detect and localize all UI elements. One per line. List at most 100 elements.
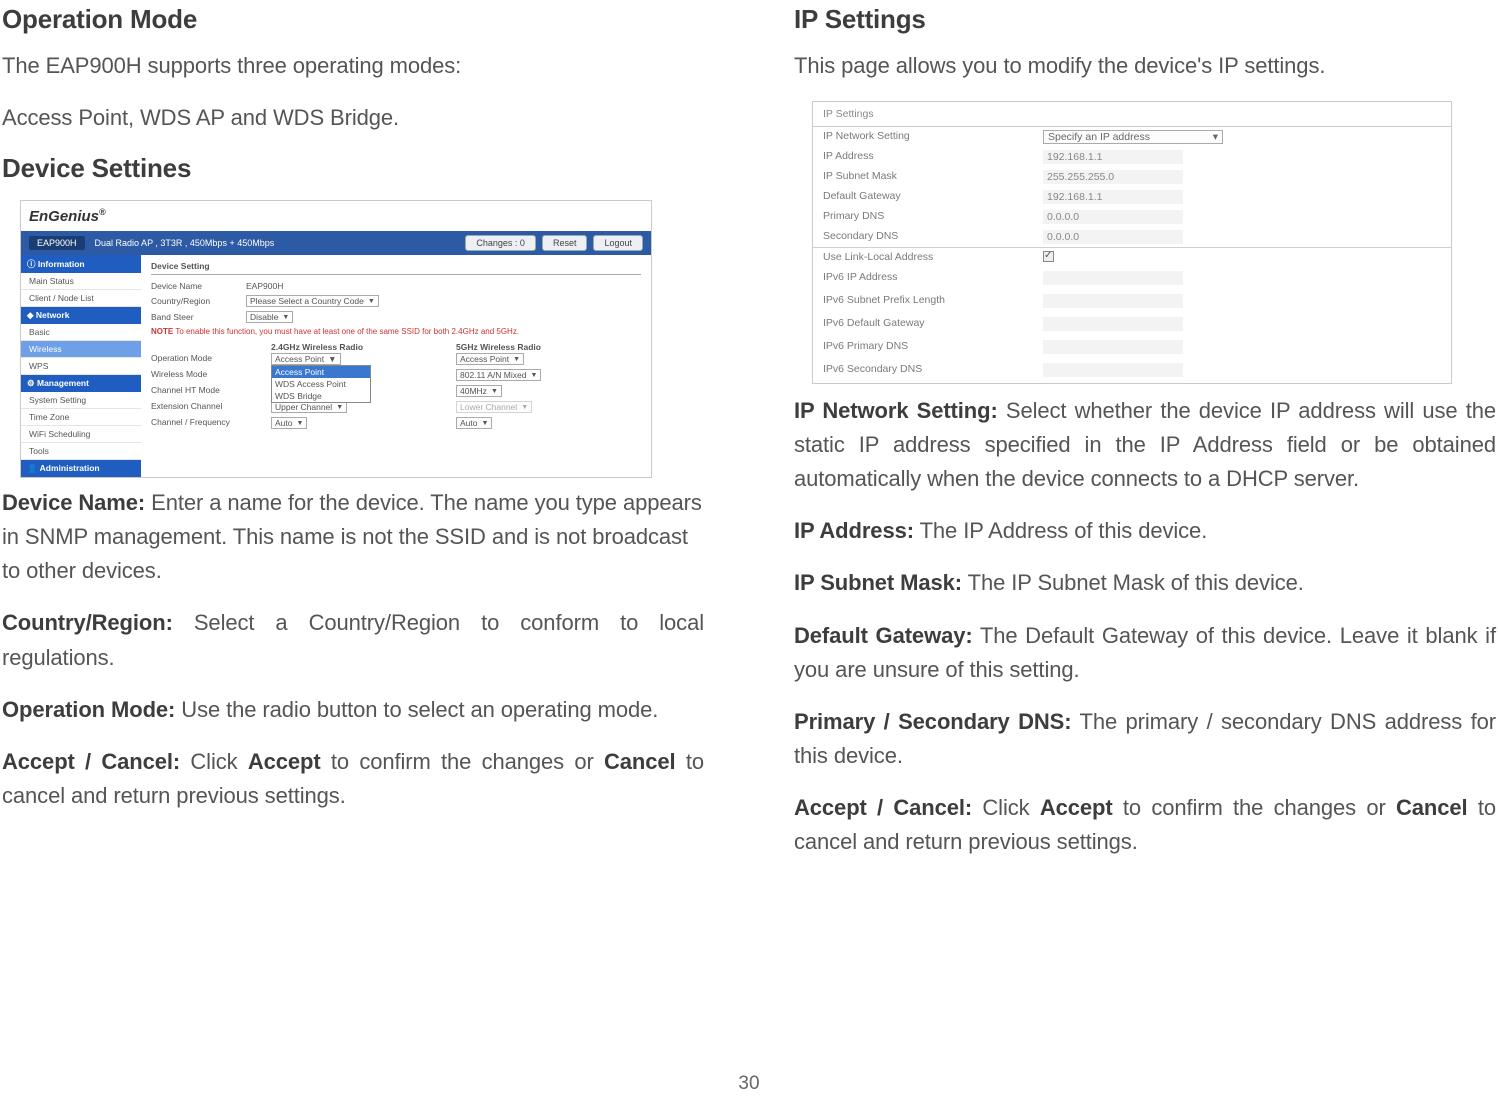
col-5ghz: 5GHz Wireless Radio (456, 342, 641, 352)
ipv6-prefix-input[interactable] (1043, 294, 1183, 308)
chevron-down-icon: ▼ (530, 372, 537, 379)
dropdown-option-access-point[interactable]: Access Point (272, 366, 370, 378)
chevron-down-icon: ▼ (513, 356, 520, 363)
sidebar-item-basic[interactable]: Basic (21, 324, 141, 341)
row-ht-mode: Channel HT Mode (151, 385, 271, 395)
para-default-gateway: Default Gateway: The Default Gateway of … (794, 619, 1496, 687)
heading-operation-mode: Operation Mode (2, 4, 704, 35)
sidebar-item-time-zone[interactable]: Time Zone (21, 409, 141, 426)
link-local-label: Use Link-Local Address (823, 251, 1043, 265)
chevron-down-icon: ▼ (482, 420, 489, 427)
sidebar-item-system-setting[interactable]: System Setting (21, 392, 141, 409)
changes-button[interactable]: Changes : 0 (465, 235, 536, 251)
chevron-down-icon: ▼ (328, 354, 336, 364)
ht-mode-5-select[interactable]: 40MHz▼ (456, 385, 502, 397)
ip-address-label: IP Address (823, 150, 1043, 164)
sidebar-item-tools[interactable]: Tools (21, 443, 141, 460)
primary-dns-input[interactable]: 0.0.0.0 (1043, 210, 1183, 224)
heading-device-settings: Device Settines (2, 153, 704, 184)
ipv6-primary-dns-label: IPv6 Primary DNS (823, 340, 1043, 357)
ip-network-setting-label: IP Network Setting (823, 130, 1043, 144)
para-country-region: Country/Region: Select a Country/Region … (2, 606, 704, 674)
channel-24-select[interactable]: Auto▼ (271, 417, 307, 429)
dropdown-option-wds-ap[interactable]: WDS Access Point (272, 378, 370, 390)
para-ip-address: IP Address: The IP Address of this devic… (794, 514, 1496, 548)
sidebar-cat-administration[interactable]: 👤 Administration (21, 460, 141, 477)
primary-dns-label: Primary DNS (823, 210, 1043, 224)
chevron-down-icon: ▼ (521, 404, 528, 411)
panel-title: Device Setting (151, 261, 641, 275)
chevron-down-icon: ▾ (1213, 131, 1218, 143)
model-badge: EAP900H (29, 236, 85, 250)
wireless-mode-5-select[interactable]: 802.11 A/N Mixed▼ (456, 369, 541, 381)
sidebar: ⓘ Information Main Status Client / Node … (21, 255, 141, 477)
operation-mode-24-select[interactable]: Access Point▼ Access Point WDS Access Po… (271, 353, 341, 365)
ip-subnet-input[interactable]: 255.255.255.0 (1043, 170, 1183, 184)
para-operation-mode: Operation Mode: Use the radio button to … (2, 693, 704, 727)
sidebar-cat-information[interactable]: ⓘ Information (21, 255, 141, 273)
country-region-select[interactable]: Please Select a Country Code▼ (246, 295, 379, 307)
sidebar-cat-management[interactable]: ⚙ Management (21, 375, 141, 392)
device-name-value: EAP900H (246, 281, 641, 291)
ipv6-secondary-dns-input[interactable] (1043, 363, 1183, 377)
row-wireless-mode: Wireless Mode (151, 369, 271, 379)
page-number: 30 (0, 1067, 1498, 1097)
sidebar-item-main-status[interactable]: Main Status (21, 273, 141, 290)
sidebar-item-wifi-scheduling[interactable]: WiFi Scheduling (21, 426, 141, 443)
para-device-name: Device Name: Enter a name for the device… (2, 486, 704, 588)
ipv6-secondary-dns-label: IPv6 Secondary DNS (823, 363, 1043, 380)
device-name-label: Device Name (151, 281, 246, 291)
secondary-dns-label: Secondary DNS (823, 230, 1043, 244)
ipv6-address-input[interactable] (1043, 271, 1183, 285)
chevron-down-icon: ▼ (368, 298, 375, 305)
operation-mode-5-select[interactable]: Access Point▼ (456, 353, 524, 365)
logout-button[interactable]: Logout (593, 235, 643, 251)
default-gateway-label: Default Gateway (823, 190, 1043, 204)
chevron-down-icon: ▼ (297, 420, 304, 427)
chevron-down-icon: ▼ (282, 314, 289, 321)
sidebar-cat-network[interactable]: ◆ Network (21, 307, 141, 324)
text-modes-list: Access Point, WDS AP and WDS Bridge. (2, 101, 704, 135)
secondary-dns-input[interactable]: 0.0.0.0 (1043, 230, 1183, 244)
heading-ip-settings: IP Settings (794, 4, 1496, 35)
country-region-label: Country/Region (151, 296, 246, 306)
chevron-down-icon: ▼ (491, 388, 498, 395)
ipv6-address-label: IPv6 IP Address (823, 271, 1043, 288)
ipv6-primary-dns-input[interactable] (1043, 340, 1183, 354)
row-channel-freq: Channel / Frequency (151, 417, 271, 427)
default-gateway-input[interactable]: 192.168.1.1 (1043, 190, 1183, 204)
sidebar-item-client-node[interactable]: Client / Node List (21, 290, 141, 307)
para-ip-network-setting: IP Network Setting: Select whether the d… (794, 394, 1496, 496)
col-24ghz: 2.4GHz Wireless Radio (271, 342, 456, 352)
ip-subnet-label: IP Subnet Mask (823, 170, 1043, 184)
ipv6-gateway-input[interactable] (1043, 317, 1183, 331)
sidebar-item-wps[interactable]: WPS (21, 358, 141, 375)
chevron-down-icon: ▼ (336, 404, 343, 411)
ext-channel-5-select[interactable]: Lower Channel▼ (456, 401, 532, 413)
note-text: NOTE To enable this function, you must h… (151, 327, 641, 336)
sidebar-item-wireless[interactable]: Wireless (21, 341, 141, 358)
para-accept-cancel-right: Accept / Cancel: Click Accept to confirm… (794, 791, 1496, 859)
model-desc: Dual Radio AP , 3T3R , 450Mbps + 450Mbps (95, 238, 460, 248)
text-ip-intro: This page allows you to modify the devic… (794, 49, 1496, 83)
ip-network-setting-select[interactable]: Specify an IP address▾ (1043, 130, 1223, 144)
row-operation-mode: Operation Mode (151, 353, 271, 363)
ipv6-gateway-label: IPv6 Default Gateway (823, 317, 1043, 334)
brand-logo: EnGenius® (29, 207, 106, 225)
link-local-checkbox[interactable] (1043, 251, 1054, 262)
channel-5-select[interactable]: Auto▼ (456, 417, 492, 429)
para-ip-subnet: IP Subnet Mask: The IP Subnet Mask of th… (794, 566, 1496, 600)
band-steer-label: Band Steer (151, 312, 246, 322)
band-steer-select[interactable]: Disable▼ (246, 311, 293, 323)
ipv6-prefix-label: IPv6 Subnet Prefix Length (823, 294, 1043, 311)
row-ext-channel: Extension Channel (151, 401, 271, 411)
dropdown-option-wds-bridge[interactable]: WDS Bridge (272, 390, 370, 402)
ip-address-input[interactable]: 192.168.1.1 (1043, 150, 1183, 164)
screenshot-ip-settings: IP Settings IP Network SettingSpecify an… (812, 101, 1452, 384)
reset-button[interactable]: Reset (542, 235, 588, 251)
para-dns: Primary / Secondary DNS: The primary / s… (794, 705, 1496, 773)
ip-settings-panel-title: IP Settings (813, 102, 1451, 127)
text-modes-intro: The EAP900H supports three operating mod… (2, 49, 704, 83)
screenshot-device-settings: EnGenius® EAP900H Dual Radio AP , 3T3R ,… (20, 200, 652, 478)
para-accept-cancel-left: Accept / Cancel: Click Accept to confirm… (2, 745, 704, 813)
